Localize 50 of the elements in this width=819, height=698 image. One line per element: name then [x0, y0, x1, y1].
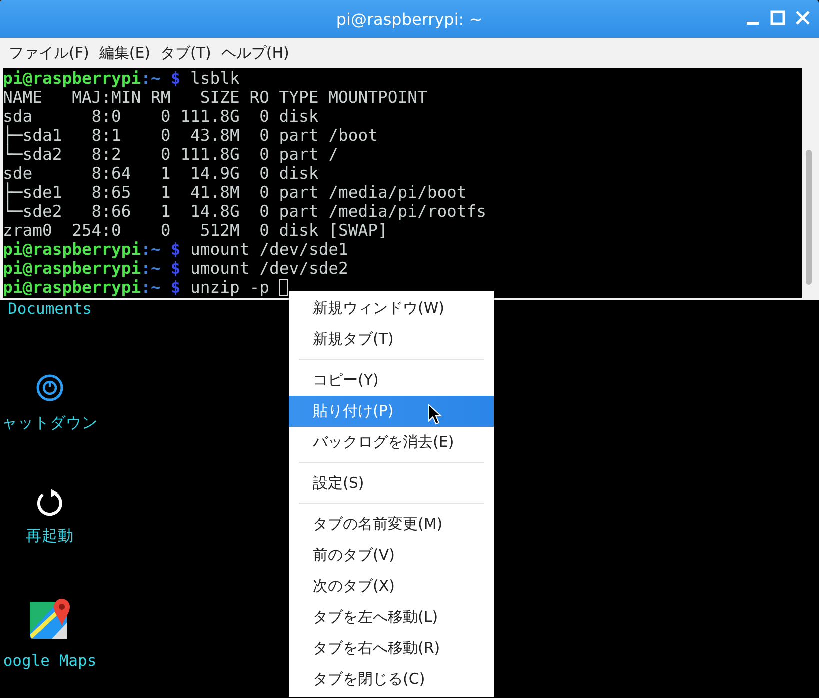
- prompt-user: pi@raspberrypi: [3, 278, 142, 297]
- desktop-icon-label[interactable]: ャットダウン: [2, 414, 98, 432]
- menu-item[interactable]: 設定(S): [289, 468, 494, 499]
- desktop-icon-label[interactable]: Documents: [8, 300, 92, 318]
- window-title: pi@raspberrypi: ~: [336, 10, 483, 28]
- output-line: └─sde2 8:66 1 14.8G 0 part /media/pi/rootfs: [3, 202, 487, 221]
- desktop-icon-label[interactable]: oogle Maps: [3, 652, 97, 670]
- menu-item[interactable]: タブを右へ移動(R): [289, 633, 494, 664]
- output-line: ├─sde1 8:65 1 41.8M 0 part /media/pi/boot: [3, 183, 467, 202]
- output-line: └─sda2 8:2 0 111.8G 0 part /: [3, 145, 339, 164]
- menu-item[interactable]: ファイル(F): [4, 44, 94, 62]
- menu-item[interactable]: 次のタブ(X): [289, 571, 494, 602]
- prompt-user: pi@raspberrypi: [3, 69, 142, 88]
- maximize-icon[interactable]: [770, 10, 786, 26]
- menu-item[interactable]: 新規ウィンドウ(W): [289, 293, 494, 324]
- menu-item[interactable]: バックログを消去(E): [289, 427, 494, 458]
- prompt-path: :~: [141, 259, 161, 278]
- prompt-symbol: $: [170, 278, 181, 297]
- output-line: sda 8:0 0 111.8G 0 disk: [3, 107, 320, 126]
- command-text: lsblk: [190, 69, 240, 88]
- mouse-pointer-icon: [428, 404, 442, 425]
- desktop-icon-label[interactable]: 再起動: [26, 527, 74, 545]
- prompt-path: :~: [141, 278, 161, 297]
- output-line: ├─sda1 8:1 0 43.8M 0 part /boot: [3, 126, 378, 145]
- power-icon[interactable]: [35, 373, 65, 403]
- menu-item[interactable]: 新規タブ(T): [289, 324, 494, 355]
- command-text: umount /dev/sde1: [190, 240, 348, 259]
- output-line: NAME MAJ:MIN RM SIZE RO TYPE MOUNTPOINT: [3, 88, 428, 107]
- command-text: umount /dev/sde2: [190, 259, 348, 278]
- restart-icon[interactable]: [36, 488, 64, 516]
- close-icon[interactable]: [795, 10, 811, 26]
- menu-item[interactable]: 前のタブ(V): [289, 540, 494, 571]
- command-text: unzip -p: [190, 278, 270, 297]
- prompt-symbol: $: [170, 69, 181, 88]
- menu-item[interactable]: タブの名前変更(M): [289, 509, 494, 540]
- menu-item[interactable]: ヘルプ(H): [216, 44, 294, 62]
- prompt-path: :~: [141, 240, 161, 259]
- map-pin-icon[interactable]: [28, 597, 72, 641]
- prompt-user: pi@raspberrypi: [3, 259, 142, 278]
- prompt-symbol: $: [170, 259, 181, 278]
- output-line: sde 8:64 1 14.9G 0 disk: [3, 164, 320, 183]
- menu-item[interactable]: タブを閉じる(C): [289, 664, 494, 695]
- prompt-symbol: $: [170, 240, 181, 259]
- menu-item[interactable]: コピー(Y): [289, 365, 494, 396]
- menu-item[interactable]: タブを左へ移動(L): [289, 602, 494, 633]
- output-line: zram0 254:0 0 512M 0 disk [SWAP]: [3, 221, 388, 240]
- prompt-user: pi@raspberrypi: [3, 240, 142, 259]
- menu-item[interactable]: タブ(T): [156, 44, 216, 62]
- menu-item[interactable]: 編集(E): [94, 44, 156, 62]
- prompt-path: :~: [141, 69, 161, 88]
